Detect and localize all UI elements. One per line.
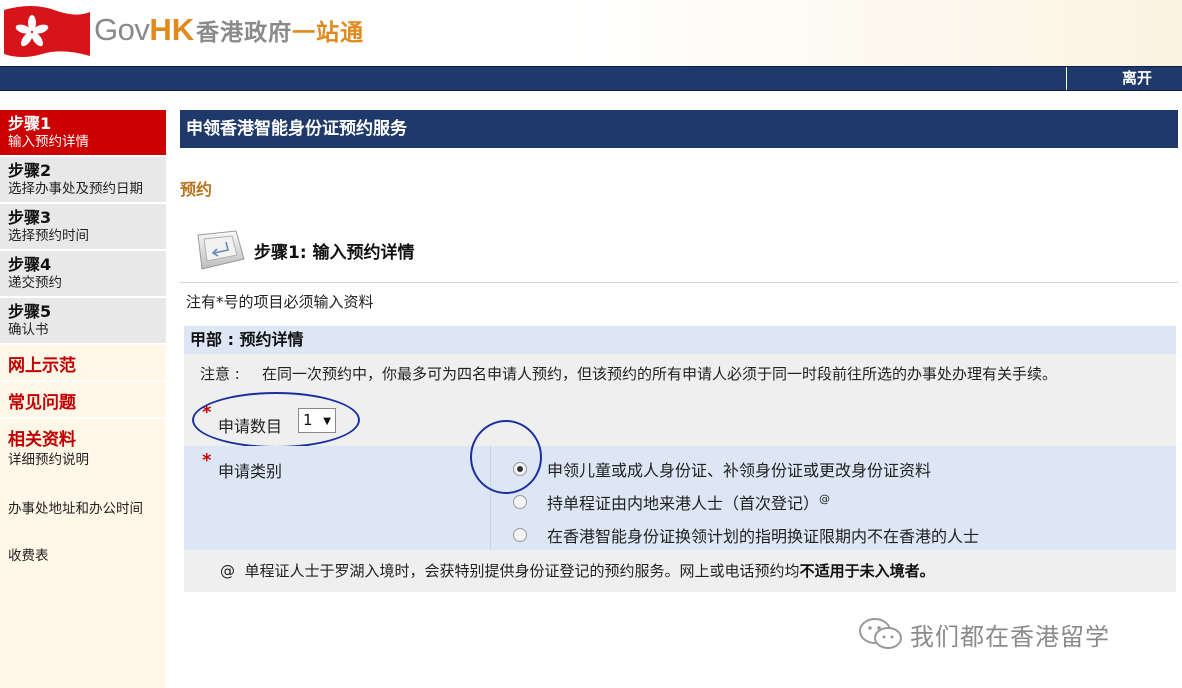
wechat-icon: [859, 618, 902, 649]
notice-box: 注意 : 在同一次预约中，你最多可为四名申请人预约，但该预约的所有申请人必须于同…: [184, 354, 1176, 394]
option-text: 持单程证由内地来港人士（首次登记）@: [547, 490, 830, 514]
option-text: 申领儿童或成人身份证、补领身份证或更改身份证资料: [547, 461, 932, 480]
divider: [180, 282, 1178, 283]
sidebar: 步骤1 输入预约详情 步骤2 选择办事处及预约日期 步骤3 选择预约时间 步骤4…: [0, 110, 166, 688]
step-title: 步骤3: [8, 208, 52, 227]
logo-gov-text: Gov: [94, 12, 150, 47]
step-title: 步骤2: [8, 161, 52, 180]
step-desc: 选择预约时间: [8, 228, 89, 244]
sidebar-sublink-fees[interactable]: 收费表: [0, 546, 166, 567]
option-text: 在香港智能身份证换领计划的指明换证限期内不在香港的人士: [547, 527, 980, 546]
sidebar-link-demo[interactable]: 网上示范: [0, 345, 166, 382]
application-type-option-1[interactable]: 申领儿童或成人身份证、补领身份证或更改身份证资料: [513, 457, 931, 481]
step-heading-text: 步骤1: 输入预约详情: [254, 242, 415, 263]
application-type-option-2[interactable]: 持单程证由内地来港人士（首次登记）@: [513, 490, 830, 514]
option-text-main: 持单程证由内地来港人士（首次登记）: [547, 494, 820, 513]
notice-text: 在同一次预约中，你最多可为四名申请人预约，但该预约的所有申请人必须于同一时段前往…: [262, 365, 1058, 383]
step-desc: 选择办事处及预约日期: [8, 181, 143, 197]
annotation-ellipse-count: [192, 392, 360, 448]
step-title: 步骤4: [8, 255, 52, 274]
sidebar-step-3[interactable]: 步骤3 选择预约时间: [0, 204, 166, 251]
required-star: *: [202, 450, 212, 471]
application-type-option-3[interactable]: 在香港智能身份证换领计划的指明换证限期内不在香港的人士: [513, 523, 979, 547]
footnote-text: 单程证人士于罗湖入境时，会获特别提供身份证登记的预约服务。网上或电话预约均: [244, 562, 800, 580]
footnote: @ 单程证人士于罗湖入境时，会获特别提供身份证登记的预约服务。网上或电话预约均不…: [184, 550, 1176, 592]
application-type-options: 申领儿童或成人身份证、补领身份证或更改身份证资料 持单程证由内地来港人士（首次登…: [490, 446, 1176, 550]
radio-button[interactable]: [513, 528, 527, 542]
booking-form: 甲部 : 预约详情 注意 : 在同一次预约中，你最多可为四名申请人预约，但该预约…: [184, 326, 1176, 592]
page-title: 申领香港智能身份证预约服务: [180, 110, 1178, 148]
step-title: 步骤5: [8, 302, 52, 321]
logo-hk-text: HK: [149, 12, 195, 47]
main-content: 申领香港智能身份证预约服务 预约 步骤1: 输入预约详情 注有*号的项目必须输入…: [180, 110, 1178, 592]
leave-button[interactable]: 离开: [1066, 67, 1182, 90]
sidebar-link-faq[interactable]: 常见问题: [0, 382, 166, 419]
logo-cn-orange-text: 一站通: [292, 20, 365, 46]
required-note: 注有*号的项目必须输入资料: [186, 293, 374, 311]
step-heading: 步骤1: 输入预约详情: [180, 228, 1178, 272]
watermark-text: 我们都在香港留学: [910, 622, 1110, 651]
step-desc: 递交预约: [8, 275, 62, 291]
sidebar-step-1[interactable]: 步骤1 输入预约详情: [0, 110, 166, 157]
site-header: Gov HK 香港政府 一站通: [0, 0, 1182, 66]
sidebar-step-5[interactable]: 步骤5 确认书: [0, 298, 166, 345]
top-nav-bar: 离开: [0, 66, 1182, 91]
annotation-ellipse-radio: [470, 420, 542, 494]
step-desc: 输入预约详情: [8, 134, 89, 150]
logo-cn-grey-text: 香港政府: [196, 20, 293, 46]
step-title: 步骤1: [8, 114, 52, 133]
govhk-logo[interactable]: Gov HK 香港政府 一站通: [94, 12, 364, 52]
hk-flag-logo-icon[interactable]: [2, 4, 90, 58]
step-desc: 确认书: [8, 322, 49, 338]
sidebar-sublink-booking-details[interactable]: 详细预约说明: [0, 450, 166, 471]
watermark: 我们都在香港留学: [858, 616, 1110, 652]
form-section-heading: 甲部 : 预约详情: [184, 326, 1176, 354]
section-label: 预约: [180, 180, 213, 199]
option-footnote-marker: @: [819, 492, 831, 506]
applicant-count-row: * 申请数目 1 ▼: [184, 392, 1176, 448]
sidebar-link-related[interactable]: 相关资料: [0, 419, 166, 450]
footnote-marker: @: [220, 562, 235, 580]
sidebar-step-2[interactable]: 步骤2 选择办事处及预约日期: [0, 157, 166, 204]
keyboard-enter-icon: [197, 230, 245, 270]
radio-button[interactable]: [513, 495, 527, 509]
notice-label: 注意 :: [200, 365, 240, 383]
footnote-bold: 不适用于未入境者。: [799, 562, 935, 580]
application-type-label: 申请类别: [218, 462, 283, 481]
application-type-row: * 申请类别 申领儿童或成人身份证、补领身份证或更改身份证资料 持单程证由内地来…: [184, 420, 1176, 550]
sidebar-sublink-office-address[interactable]: 办事处地址和办公时间: [0, 499, 166, 520]
sidebar-step-4[interactable]: 步骤4 递交预约: [0, 251, 166, 298]
